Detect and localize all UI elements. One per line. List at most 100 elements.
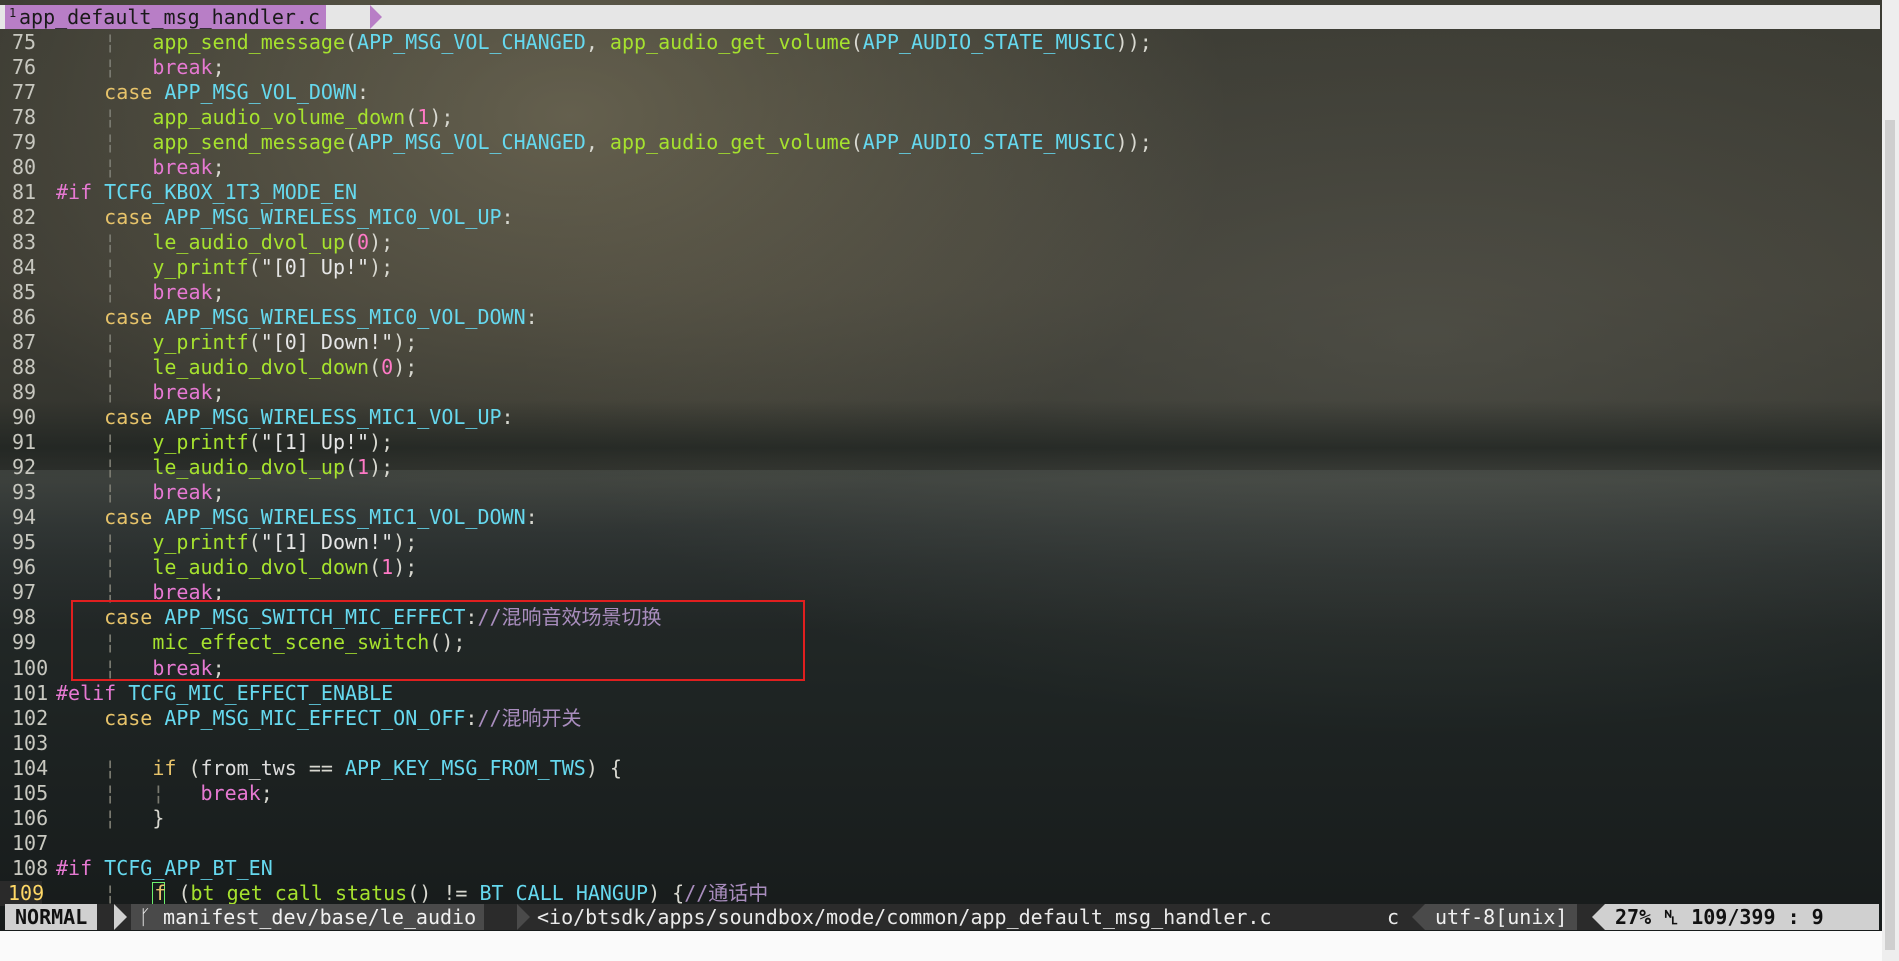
code-token: ( xyxy=(248,430,261,455)
branch-segment: ᚴ manifest_dev/base/le_audio xyxy=(131,904,485,930)
code-text: #if TCFG_KBOX_1T3_MODE_EN xyxy=(56,180,357,205)
indent-guide: ¦ xyxy=(104,230,153,255)
code-token: TCFG_APP_BT_EN xyxy=(104,855,273,880)
position-separator: : xyxy=(1787,905,1800,929)
line-number: 99 xyxy=(12,630,37,655)
code-token: ); xyxy=(369,430,394,455)
code-token: ) { xyxy=(648,880,685,905)
code-token: case xyxy=(104,505,165,530)
line-number: 88 xyxy=(12,355,37,380)
code-text: ¦ le_audio_dvol_down(1); xyxy=(56,555,417,580)
indent-guide: ¦ xyxy=(104,530,153,555)
code-token: ( xyxy=(369,355,382,380)
scrollbar-thumb[interactable] xyxy=(1885,120,1895,950)
line-number-icon: ␤ xyxy=(1663,905,1680,929)
code-token: ; xyxy=(212,380,225,405)
command-line[interactable] xyxy=(0,931,1882,961)
code-token: app_audio_get_volume xyxy=(609,30,851,54)
code-token: #elif xyxy=(56,680,129,705)
line-number: 94 xyxy=(12,505,37,530)
code-token: APP_MSG_VOL_CHANGED xyxy=(357,30,586,54)
code-token: break xyxy=(152,55,213,80)
code-token: break xyxy=(152,280,213,305)
code-token: ; xyxy=(212,280,225,305)
line-number: 105 xyxy=(12,780,49,805)
code-text: ¦ break; xyxy=(56,280,225,305)
code-token: y_printf xyxy=(152,530,249,555)
tab-arrow-icon xyxy=(370,5,382,29)
code-token: ( xyxy=(850,30,863,54)
line-number: 91 xyxy=(12,430,37,455)
code-token: break xyxy=(152,480,213,505)
code-text: ¦ le_audio_dvol_down(0); xyxy=(56,355,417,380)
code-token: y_printf xyxy=(152,430,249,455)
line-number: 92 xyxy=(12,455,37,480)
line-number: 80 xyxy=(12,155,37,180)
statusline: NORMAL ᚴ manifest_dev/base/le_audio <io/… xyxy=(5,904,1879,930)
code-token: APP_AUDIO_STATE_MUSIC xyxy=(862,130,1116,155)
code-text: ¦ break; xyxy=(56,155,224,180)
code-token: )); xyxy=(1115,130,1152,155)
code-token: : xyxy=(501,205,514,230)
code-token: APP_MSG_MIC_EFFECT_ON_OFF xyxy=(164,705,466,730)
line-number: 101 xyxy=(12,680,49,705)
file-path: <io/btsdk/apps/soundbox/mode/common/app_… xyxy=(537,905,1272,929)
code-text: ¦ le_audio_dvol_up(1); xyxy=(56,455,393,480)
code-token: //混响开关 xyxy=(477,705,582,730)
code-token: APP_MSG_VOL_CHANGED xyxy=(357,130,586,155)
line-number: 77 xyxy=(12,80,37,105)
code-token: APP_MSG_WIRELESS_MIC0_VOL_UP xyxy=(164,205,502,230)
line-number: 81 xyxy=(12,180,37,205)
line-number: 82 xyxy=(12,205,37,230)
code-token: "[0] Down!" xyxy=(260,330,394,355)
code-token: if xyxy=(152,755,189,780)
tab-file[interactable]: 1 app_default_msg_handler.c xyxy=(5,5,327,29)
code-text: ¦ f (bt_get_call_status() != BT_CALL_HAN… xyxy=(56,881,768,907)
code-text: ¦ ¦ break; xyxy=(56,781,273,806)
code-token: ); xyxy=(393,355,418,380)
line-number: 84 xyxy=(12,255,37,280)
code-token: ( xyxy=(248,255,261,280)
code-token: ); xyxy=(369,255,394,280)
line-number: 83 xyxy=(12,230,37,255)
code-text: case APP_MSG_WIRELESS_MIC0_VOL_DOWN: xyxy=(56,305,538,330)
code-text: ¦ le_audio_dvol_up(0); xyxy=(56,230,393,255)
line-number: 96 xyxy=(12,555,37,580)
code-token: ; xyxy=(212,480,225,505)
indent-guide: ¦ xyxy=(104,105,153,130)
code-token: ( xyxy=(345,30,358,54)
tab-number: 1 xyxy=(9,6,17,20)
code-text: #elif TCFG_MIC_EFFECT_ENABLE xyxy=(56,681,393,706)
line-number: 100 xyxy=(12,655,49,680)
code-token: 0 xyxy=(357,230,370,255)
line-number: 98 xyxy=(12,605,37,630)
file-type: c xyxy=(1387,905,1400,929)
code-text: case APP_MSG_WIRELESS_MIC1_VOL_UP: xyxy=(56,405,514,430)
code-token: : xyxy=(501,405,514,430)
code-token: break xyxy=(152,380,213,405)
code-token: "[1] Down!" xyxy=(260,530,394,555)
line-number: 76 xyxy=(12,55,37,80)
code-token: #if xyxy=(56,180,105,205)
code-token: APP_AUDIO_STATE_MUSIC xyxy=(862,30,1116,54)
line-number: 86 xyxy=(12,305,37,330)
branch-name: manifest_dev/base/le_audio xyxy=(163,905,477,929)
code-text: ¦ break; xyxy=(56,380,225,405)
code-token: , xyxy=(585,130,610,155)
indent-guide: ¦ xyxy=(104,805,153,830)
code-text: ¦ app_send_message(APP_MSG_VOL_CHANGED, … xyxy=(56,30,1152,55)
indent-guide: ¦ xyxy=(104,330,153,355)
code-token: TCFG_MIC_EFFECT_ENABLE xyxy=(128,680,394,705)
indent-guide: ¦ xyxy=(104,755,153,780)
code-token: from_tws xyxy=(200,755,297,780)
code-token: ( xyxy=(369,555,382,580)
code-token: le_audio_dvol_down xyxy=(152,355,370,380)
code-text: ¦ } xyxy=(56,806,164,831)
line-number: 109 xyxy=(0,880,44,906)
code-token: app_send_message xyxy=(152,30,345,54)
cursor-column: 9 xyxy=(1811,905,1824,929)
code-token: ); xyxy=(393,530,418,555)
code-token: ); xyxy=(393,330,418,355)
code-token: "[1] Up!" xyxy=(260,430,370,455)
position-segment: 27% ␤ 109/399 : 9 xyxy=(1605,904,1879,930)
